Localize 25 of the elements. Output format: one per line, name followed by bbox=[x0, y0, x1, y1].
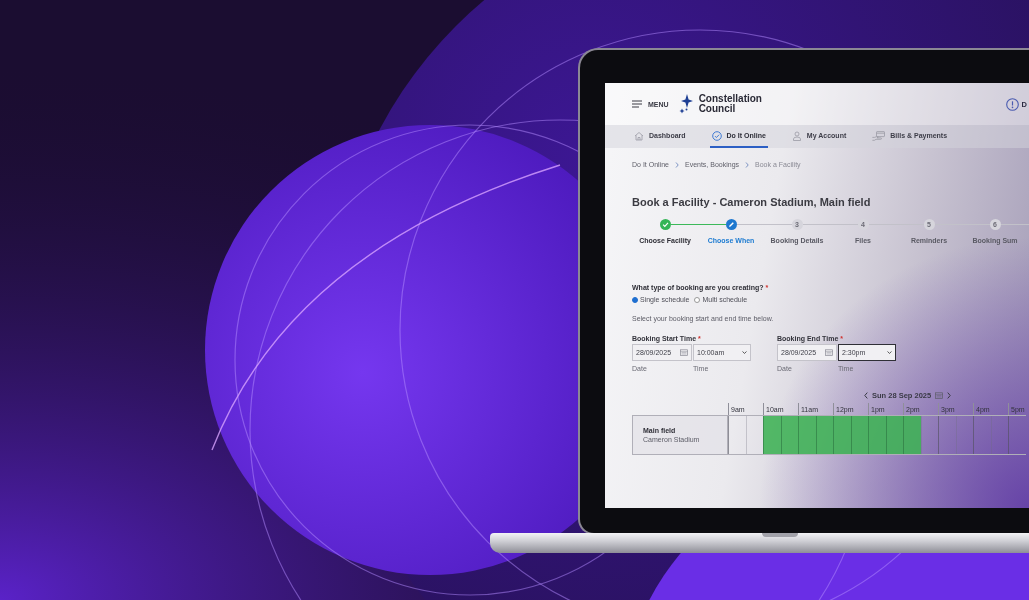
calendar-icon[interactable] bbox=[935, 391, 944, 399]
page-title: Book a Facility - Cameron Stadium, Main field bbox=[632, 195, 872, 209]
chevron-right-icon bbox=[745, 161, 750, 168]
home-icon bbox=[634, 130, 644, 141]
radio-button[interactable] bbox=[694, 296, 701, 303]
user-icon bbox=[791, 130, 802, 141]
time-slot[interactable] bbox=[833, 416, 851, 454]
chevron-down-icon bbox=[887, 351, 892, 354]
exclamation-circle-icon bbox=[1005, 97, 1019, 111]
logo-text: Constellation Council bbox=[698, 94, 763, 114]
hand-card-icon bbox=[872, 130, 886, 141]
time-slot[interactable] bbox=[903, 416, 921, 454]
time-slot[interactable] bbox=[763, 416, 781, 454]
radio-button[interactable] bbox=[632, 296, 638, 303]
calendar-icon[interactable] bbox=[825, 349, 833, 356]
check-circle-icon bbox=[711, 130, 722, 141]
chevron-right-icon bbox=[674, 161, 679, 168]
chevron-right-icon[interactable] bbox=[947, 391, 952, 399]
sparkle-icon bbox=[678, 93, 693, 115]
time-slot[interactable] bbox=[868, 416, 886, 454]
chevron-left-icon[interactable] bbox=[864, 391, 868, 399]
time-slot[interactable] bbox=[798, 416, 816, 454]
menu-icon bbox=[632, 100, 642, 108]
calendar-icon[interactable] bbox=[680, 349, 688, 356]
chevron-down-icon bbox=[742, 351, 747, 354]
